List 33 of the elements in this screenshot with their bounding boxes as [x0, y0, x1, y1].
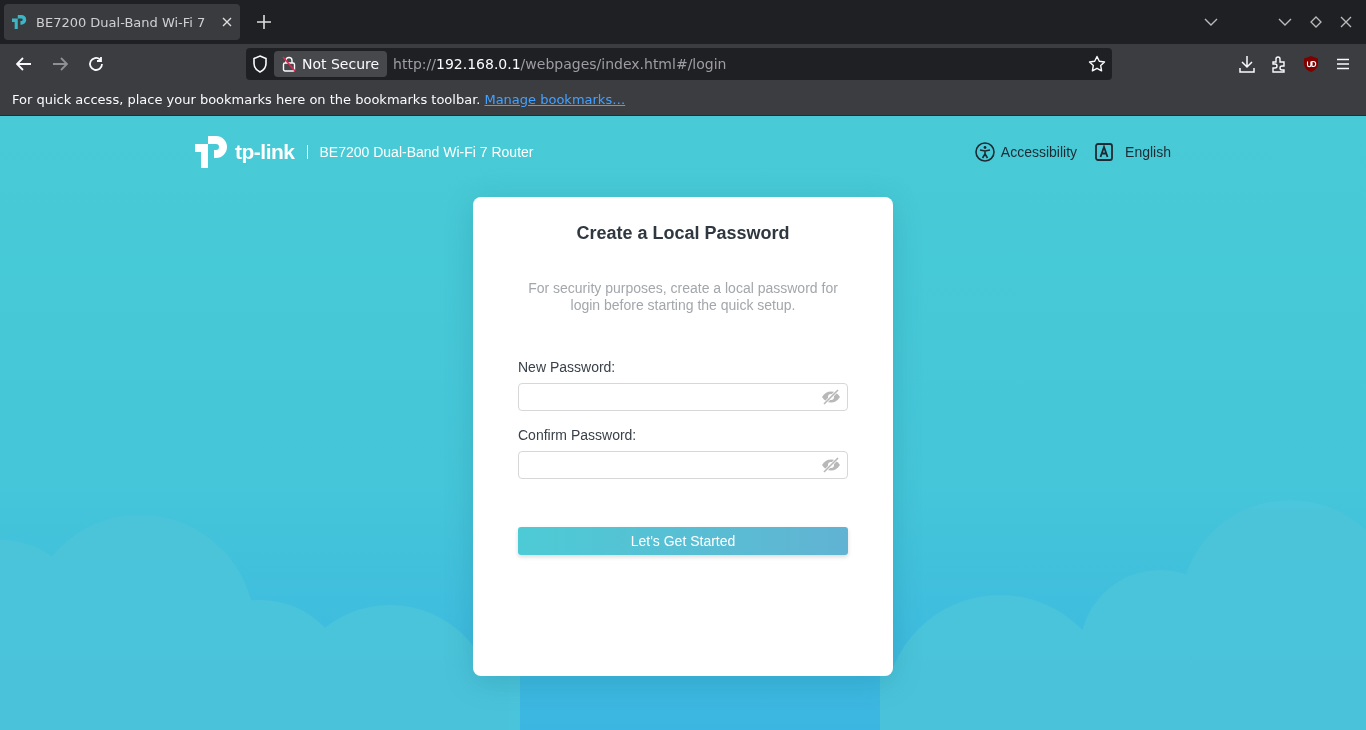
plus-icon[interactable]	[254, 12, 274, 32]
browser-tab[interactable]: BE7200 Dual-Band Wi-Fi 7	[4, 4, 240, 40]
download-icon[interactable]	[1238, 55, 1256, 73]
maximize-icon[interactable]	[1310, 16, 1322, 28]
field-label: New Password:	[518, 359, 617, 375]
card-title: Create a Local Password	[575, 223, 791, 244]
field-label: Confirm Password:	[518, 427, 638, 443]
language-icon	[1095, 143, 1114, 161]
shield-icon[interactable]	[252, 55, 268, 73]
model-name: BE7200 Dual-Band Wi-Fi 7 Router	[319, 144, 534, 160]
close-icon[interactable]	[222, 17, 232, 27]
star-icon[interactable]	[1088, 55, 1106, 73]
puzzle-icon[interactable]	[1270, 55, 1288, 73]
chevron-down-icon[interactable]	[1204, 18, 1218, 26]
manage-bookmarks-link[interactable]: Manage bookmarks…	[484, 92, 626, 107]
security-indicator[interactable]: Not Secure	[274, 51, 388, 77]
back-icon[interactable]	[16, 57, 32, 71]
bookmarks-hint: For quick access, place your bookmarks here on the bookmarks toolbar.	[12, 92, 481, 107]
accessibility-button[interactable]: Accessibility	[974, 142, 1078, 162]
address-bar[interactable]: Not Secure http://192.168.0.1/webpages/index.html#/login	[246, 48, 1112, 80]
reload-icon[interactable]	[88, 56, 104, 72]
forward-icon[interactable]	[52, 57, 68, 71]
close-icon[interactable]	[1340, 16, 1352, 28]
password-field[interactable]	[518, 451, 848, 479]
url-text[interactable]: http://192.168.0.1/webpages/index.html#/login	[393, 56, 1082, 72]
card-description: For security purposes, create a local password for login before starting the quick setup.	[528, 280, 838, 314]
minimize-icon[interactable]	[1278, 18, 1292, 26]
language-button[interactable]: English	[1095, 143, 1171, 161]
password-field[interactable]	[518, 383, 848, 411]
accessibility-icon	[974, 142, 995, 162]
logo-icon	[12, 14, 28, 30]
shield-icon[interactable]	[1302, 55, 1320, 73]
logo-text: tp-link	[235, 140, 295, 164]
